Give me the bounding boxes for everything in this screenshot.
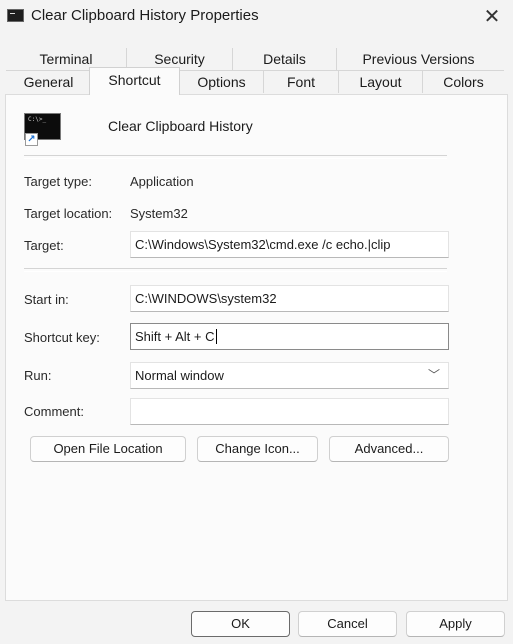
close-button[interactable]: ✕ xyxy=(477,2,507,30)
shortcut-arrow-icon: ↗ xyxy=(25,133,38,146)
divider xyxy=(24,268,447,272)
target-type-value: Application xyxy=(130,174,194,189)
tab-shortcut[interactable]: Shortcut xyxy=(89,67,180,95)
cancel-button[interactable]: Cancel xyxy=(298,611,397,637)
target-type-label: Target type: xyxy=(24,174,92,189)
tab-previous-versions[interactable]: Previous Versions xyxy=(336,48,500,70)
tab-font[interactable]: Font xyxy=(263,70,338,93)
change-icon-button[interactable]: Change Icon... xyxy=(197,436,318,462)
text-caret xyxy=(215,329,217,344)
comment-label: Comment: xyxy=(24,404,84,419)
tab-layout[interactable]: Layout xyxy=(338,70,422,93)
target-field[interactable]: C:\Windows\System32\cmd.exe /c echo.|cli… xyxy=(130,231,449,258)
target-label: Target: xyxy=(24,238,64,253)
shortcut-name: Clear Clipboard History xyxy=(108,118,253,134)
chevron-down-icon: ﹀ xyxy=(427,368,440,382)
run-label: Run: xyxy=(24,368,52,383)
target-location-value: System32 xyxy=(130,206,188,221)
shortcut-key-field[interactable]: Shift + Alt + C xyxy=(130,323,449,350)
tab-options[interactable]: Options xyxy=(179,70,263,93)
run-select[interactable]: Normal window ﹀ xyxy=(130,362,449,389)
ok-button[interactable]: OK xyxy=(191,611,290,637)
window-title: Clear Clipboard History Properties xyxy=(31,7,259,24)
title-bar: Clear Clipboard History Properties ✕ xyxy=(0,0,513,34)
tab-general[interactable]: General xyxy=(6,70,91,93)
run-select-value: Normal window xyxy=(135,368,224,383)
divider xyxy=(24,155,447,159)
advanced-button[interactable]: Advanced... xyxy=(329,436,449,462)
console-shortcut-icon: ↗ xyxy=(24,113,61,146)
start-in-field[interactable]: C:\WINDOWS\system32 xyxy=(130,285,449,312)
shortcut-key-label: Shortcut key: xyxy=(24,330,100,345)
start-in-label: Start in: xyxy=(24,292,69,307)
tab-details[interactable]: Details xyxy=(232,48,336,70)
comment-field[interactable] xyxy=(130,398,449,425)
shortcut-key-value: Shift + Alt + C xyxy=(135,329,215,344)
console-icon xyxy=(7,9,24,22)
apply-button[interactable]: Apply xyxy=(406,611,505,637)
target-location-label: Target location: xyxy=(24,206,113,221)
close-icon: ✕ xyxy=(483,5,501,28)
tab-colors[interactable]: Colors xyxy=(422,70,504,93)
open-file-location-button[interactable]: Open File Location xyxy=(30,436,186,462)
